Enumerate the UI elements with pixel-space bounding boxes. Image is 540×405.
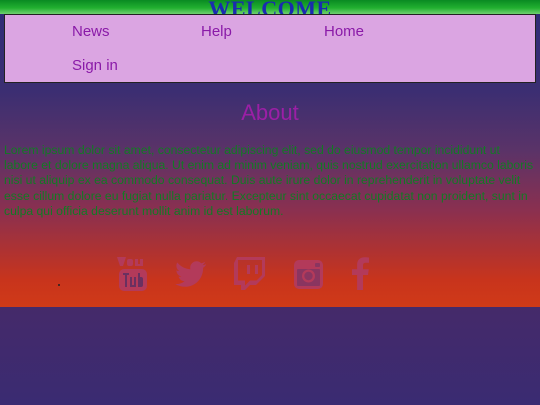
twitter-icon xyxy=(175,261,207,287)
instagram-icon xyxy=(294,260,323,289)
page-background-bottom xyxy=(0,307,540,405)
section-heading: About xyxy=(241,100,299,125)
youtube-link[interactable] xyxy=(117,256,149,294)
twitch-link[interactable] xyxy=(234,257,267,295)
facebook-link[interactable] xyxy=(351,257,369,295)
youtube-icon xyxy=(117,257,147,291)
twitter-link[interactable] xyxy=(175,261,207,299)
nav-link-sign-in[interactable]: Sign in xyxy=(72,57,118,75)
nav-link-help[interactable]: Help xyxy=(201,23,232,41)
navigation-menu: News Help Home Sign in xyxy=(4,14,536,83)
twitch-icon xyxy=(234,257,265,290)
instagram-link[interactable] xyxy=(293,259,324,297)
nav-link-home[interactable]: Home xyxy=(324,23,364,41)
list-bullet xyxy=(58,284,60,286)
nav-link-news[interactable]: News xyxy=(72,23,110,41)
section-body-text: Lorem ipsum dolor sit amet, consectetur … xyxy=(4,143,534,218)
facebook-icon xyxy=(352,257,369,290)
